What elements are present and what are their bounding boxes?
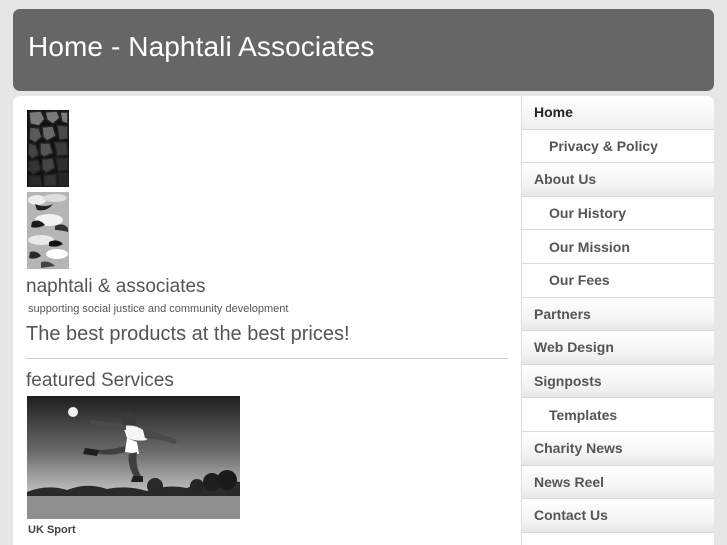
nav-item-label: Our Mission <box>549 238 630 255</box>
logo-cloud-image[interactable] <box>27 192 69 269</box>
nav-item-our-fees[interactable]: Our Fees <box>522 263 714 298</box>
featured-caption[interactable]: UK Sport <box>28 524 76 536</box>
nav-item-partners[interactable]: Partners <box>522 297 714 332</box>
sidebar-nav: Home Privacy & Policy About Us Our Histo… <box>521 96 714 545</box>
nav-item-our-history[interactable]: Our History <box>522 196 714 231</box>
nav-item-templates[interactable]: Templates <box>522 398 714 432</box>
logo-stone-image[interactable] <box>27 110 69 187</box>
nav-item-label: Templates <box>549 406 618 423</box>
nav-item-web-design[interactable]: Web Design <box>522 331 714 365</box>
site-header: Home - Naphtali Associates <box>13 9 714 91</box>
nav-item-privacy-policy[interactable]: Privacy & Policy <box>522 129 714 164</box>
site-name: naphtali & associates <box>26 276 206 297</box>
nav-item-charity-news[interactable]: Charity News <box>522 431 714 466</box>
nav-item-label: Our History <box>549 205 627 222</box>
nav-item-label: Contact Us <box>534 507 608 524</box>
nav-item-label: News Reel <box>534 473 605 490</box>
page-title: Home - Naphtali Associates <box>28 31 375 62</box>
main-content: naphtali & associates supporting social … <box>13 96 521 545</box>
nav-item-contact-us[interactable]: Contact Us <box>522 499 714 533</box>
nav-item-label: Home <box>534 104 573 121</box>
nav-item-label: Web Design <box>534 339 614 356</box>
nav-item-label: Our Fees <box>549 272 610 289</box>
featured-services-heading: featured Services <box>26 370 174 391</box>
nav-item-label: About Us <box>534 171 597 188</box>
nav-item-label: Charity News <box>534 440 623 457</box>
nav-item-label: Partners <box>534 305 591 322</box>
nav-item-label: Privacy & Policy <box>549 137 658 154</box>
content-panel: naphtali & associates supporting social … <box>13 96 714 545</box>
divider <box>26 358 508 359</box>
tagline: The best products at the best prices! <box>26 323 350 345</box>
site-slogan: supporting social justice and community … <box>28 303 289 315</box>
nav-item-signposts[interactable]: Signposts <box>522 364 714 399</box>
featured-sport-image[interactable] <box>27 396 240 519</box>
nav-item-news-reel[interactable]: News Reel <box>522 465 714 500</box>
nav-item-label: Signposts <box>534 373 602 390</box>
nav-item-our-mission[interactable]: Our Mission <box>522 230 714 264</box>
nav-item-home[interactable]: Home <box>522 96 714 130</box>
nav-item-about-us[interactable]: About Us <box>522 163 714 197</box>
